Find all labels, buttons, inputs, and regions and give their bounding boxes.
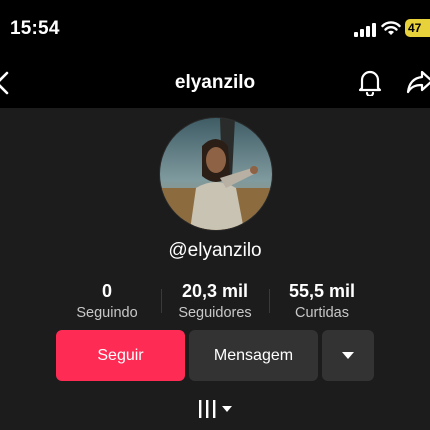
battery-indicator: 47 bbox=[405, 19, 430, 37]
stat-following-value: 0 bbox=[101, 281, 112, 301]
avatar[interactable] bbox=[159, 117, 273, 231]
stat-likes-label: Curtidas bbox=[295, 305, 349, 321]
stat-followers-label: Seguidores bbox=[178, 305, 252, 321]
chevron-down-icon bbox=[342, 351, 354, 359]
status-bar: 15:54 47 bbox=[0, 0, 430, 60]
status-time: 15:54 bbox=[10, 18, 60, 39]
stat-following[interactable]: 0 Seguindo bbox=[67, 281, 147, 321]
share-icon[interactable] bbox=[406, 69, 430, 95]
bell-icon[interactable] bbox=[357, 68, 383, 96]
wifi-icon bbox=[381, 21, 401, 35]
message-button[interactable]: Mensagem bbox=[189, 330, 318, 381]
stat-likes[interactable]: 55,5 mil Curtidas bbox=[272, 281, 372, 321]
stat-likes-value: 55,5 mil bbox=[288, 281, 356, 301]
signal-icon bbox=[354, 22, 376, 37]
suggestions-dropdown-button[interactable] bbox=[322, 330, 374, 381]
stat-followers[interactable]: 20,3 mil Seguidores bbox=[165, 281, 265, 321]
stat-following-label: Seguindo bbox=[76, 305, 138, 321]
videos-tab-icon[interactable] bbox=[195, 398, 237, 420]
profile-handle: @elyanzilo bbox=[168, 240, 262, 261]
stat-followers-value: 20,3 mil bbox=[181, 281, 249, 301]
profile-header: elyanzilo bbox=[0, 60, 430, 106]
follow-button[interactable]: Seguir bbox=[56, 330, 185, 381]
stat-divider bbox=[269, 289, 270, 313]
stat-divider bbox=[161, 289, 162, 313]
